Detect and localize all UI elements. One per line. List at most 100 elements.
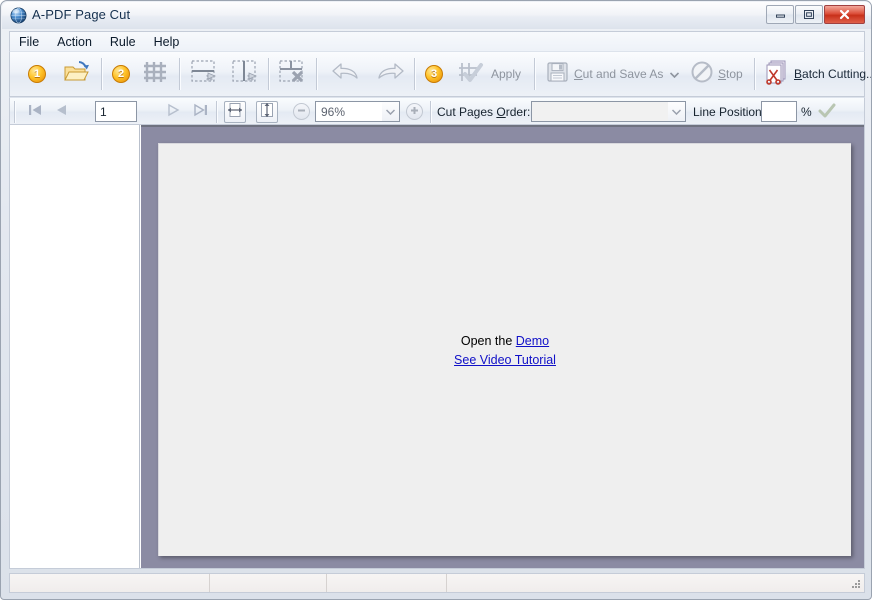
step-one-badge-button[interactable]: 1 [19,56,55,92]
fit-height-button[interactable] [256,101,278,123]
status-cell-4 [447,574,864,592]
toolbar-separator [101,58,102,90]
apply-line-position-button[interactable] [818,103,836,124]
status-cell-1 [10,574,210,592]
line-position-label: Line Position: [693,105,765,119]
apply-check-icon [457,59,487,90]
split-vertical-icon [230,58,260,91]
last-page-button[interactable] [190,102,212,122]
first-page-button[interactable] [24,102,46,122]
document-viewer[interactable]: Open the Demo See Video Tutorial [141,125,864,568]
menu-item-rule[interactable]: Rule [101,34,145,50]
toolbar-separator [414,58,415,90]
chevron-down-icon[interactable] [668,102,685,121]
cut-pages-order-label: Cut Pages Order: [437,105,530,119]
floppy-save-icon [545,60,570,89]
line-position-input[interactable] [761,101,797,122]
fit-width-button[interactable] [224,101,246,123]
toolbar-separator [179,58,180,90]
application-window: A-PDF Page Cut File Action [0,0,872,600]
stop-button[interactable]: Stop [686,56,748,92]
scissors-pages-icon [764,59,790,90]
checkmark-icon [818,106,836,123]
status-bar [9,573,865,593]
split-horizontal-icon [189,58,219,91]
toolbar-separator [754,58,755,90]
open-the-label: Open the [461,334,512,348]
batch-cutting-label: Batch Cutting... [790,67,872,81]
status-cell-2 [210,574,327,592]
open-folder-icon [63,60,89,89]
prev-page-button[interactable] [50,102,72,122]
next-page-button[interactable] [163,102,185,122]
status-cell-3 [327,574,447,592]
menu-item-help[interactable]: Help [145,34,189,50]
cut-and-save-as-label: Cut and Save As [570,67,663,81]
fit-height-icon [259,102,275,123]
cut-pages-order-combobox[interactable] [531,101,686,122]
prev-page-icon [54,103,68,122]
toolbar-separator [268,58,269,90]
video-tutorial-line: See Video Tutorial [454,353,556,367]
menu-item-action[interactable]: Action [48,34,101,50]
thumbnail-pane[interactable] [10,125,140,568]
step-three-badge-button[interactable]: 3 [419,56,449,92]
maximize-button[interactable] [795,5,823,24]
demo-link[interactable]: Demo [516,334,549,348]
apply-button[interactable]: Apply [453,56,529,92]
zoom-out-icon [296,105,307,119]
step-two-badge-button[interactable]: 2 [106,56,136,92]
next-page-icon [167,103,181,122]
grid-button[interactable] [136,56,174,92]
stop-circle-icon [690,60,714,89]
chevron-down-icon [670,65,679,83]
step-two-badge: 2 [112,65,130,83]
window-title: A-PDF Page Cut [32,7,130,22]
title-bar: A-PDF Page Cut [2,2,872,29]
undo-button[interactable] [324,56,368,92]
toolbar-separator [216,101,217,123]
last-page-icon [193,103,209,122]
undo-arrow-icon [330,59,362,90]
stop-label: Stop [714,67,743,81]
batch-cutting-button[interactable]: Batch Cutting... [760,56,868,92]
remove-line-button[interactable] [272,56,312,92]
step-one-badge: 1 [28,65,46,83]
remove-line-icon [277,58,307,91]
page-number-input[interactable] [95,101,137,122]
redo-button[interactable] [368,56,412,92]
navigation-toolbar: 96% Cut Pages Order: Line Position: % [9,97,865,125]
document-page[interactable]: Open the Demo See Video Tutorial [158,143,851,556]
resize-grip[interactable] [850,578,862,590]
client-area: Open the Demo See Video Tutorial [9,125,865,569]
close-icon [825,6,864,23]
open-demo-line: Open the Demo [461,334,549,348]
fit-width-icon [227,102,243,123]
minimize-button[interactable] [766,5,794,24]
toolbar-separator [430,101,431,123]
menu-bar: File Action Rule Help [9,31,865,51]
menu-item-file[interactable]: File [10,34,48,50]
percent-label: % [801,105,812,119]
step-three-badge: 3 [425,65,443,83]
toolbar-separator [14,101,15,123]
first-page-icon [27,103,43,122]
main-toolbar: 1 2 [9,51,865,97]
zoom-in-button[interactable] [406,103,423,120]
redo-arrow-icon [374,59,406,90]
add-vertical-line-button[interactable] [225,56,265,92]
cut-and-save-as-button[interactable]: Cut and Save As [540,56,683,92]
zoom-level-combobox[interactable]: 96% [315,101,400,122]
toolbar-separator [316,58,317,90]
zoom-out-button[interactable] [293,103,310,120]
chevron-down-icon[interactable] [382,102,399,121]
close-button[interactable] [824,5,865,24]
apply-label: Apply [487,67,521,81]
open-file-button[interactable] [57,56,95,92]
zoom-in-icon [409,105,420,119]
zoom-level-value: 96% [316,105,382,119]
maximize-icon [796,6,822,23]
add-horizontal-line-button[interactable] [184,56,224,92]
video-tutorial-link[interactable]: See Video Tutorial [454,353,556,367]
toolbar-separator [534,58,535,90]
